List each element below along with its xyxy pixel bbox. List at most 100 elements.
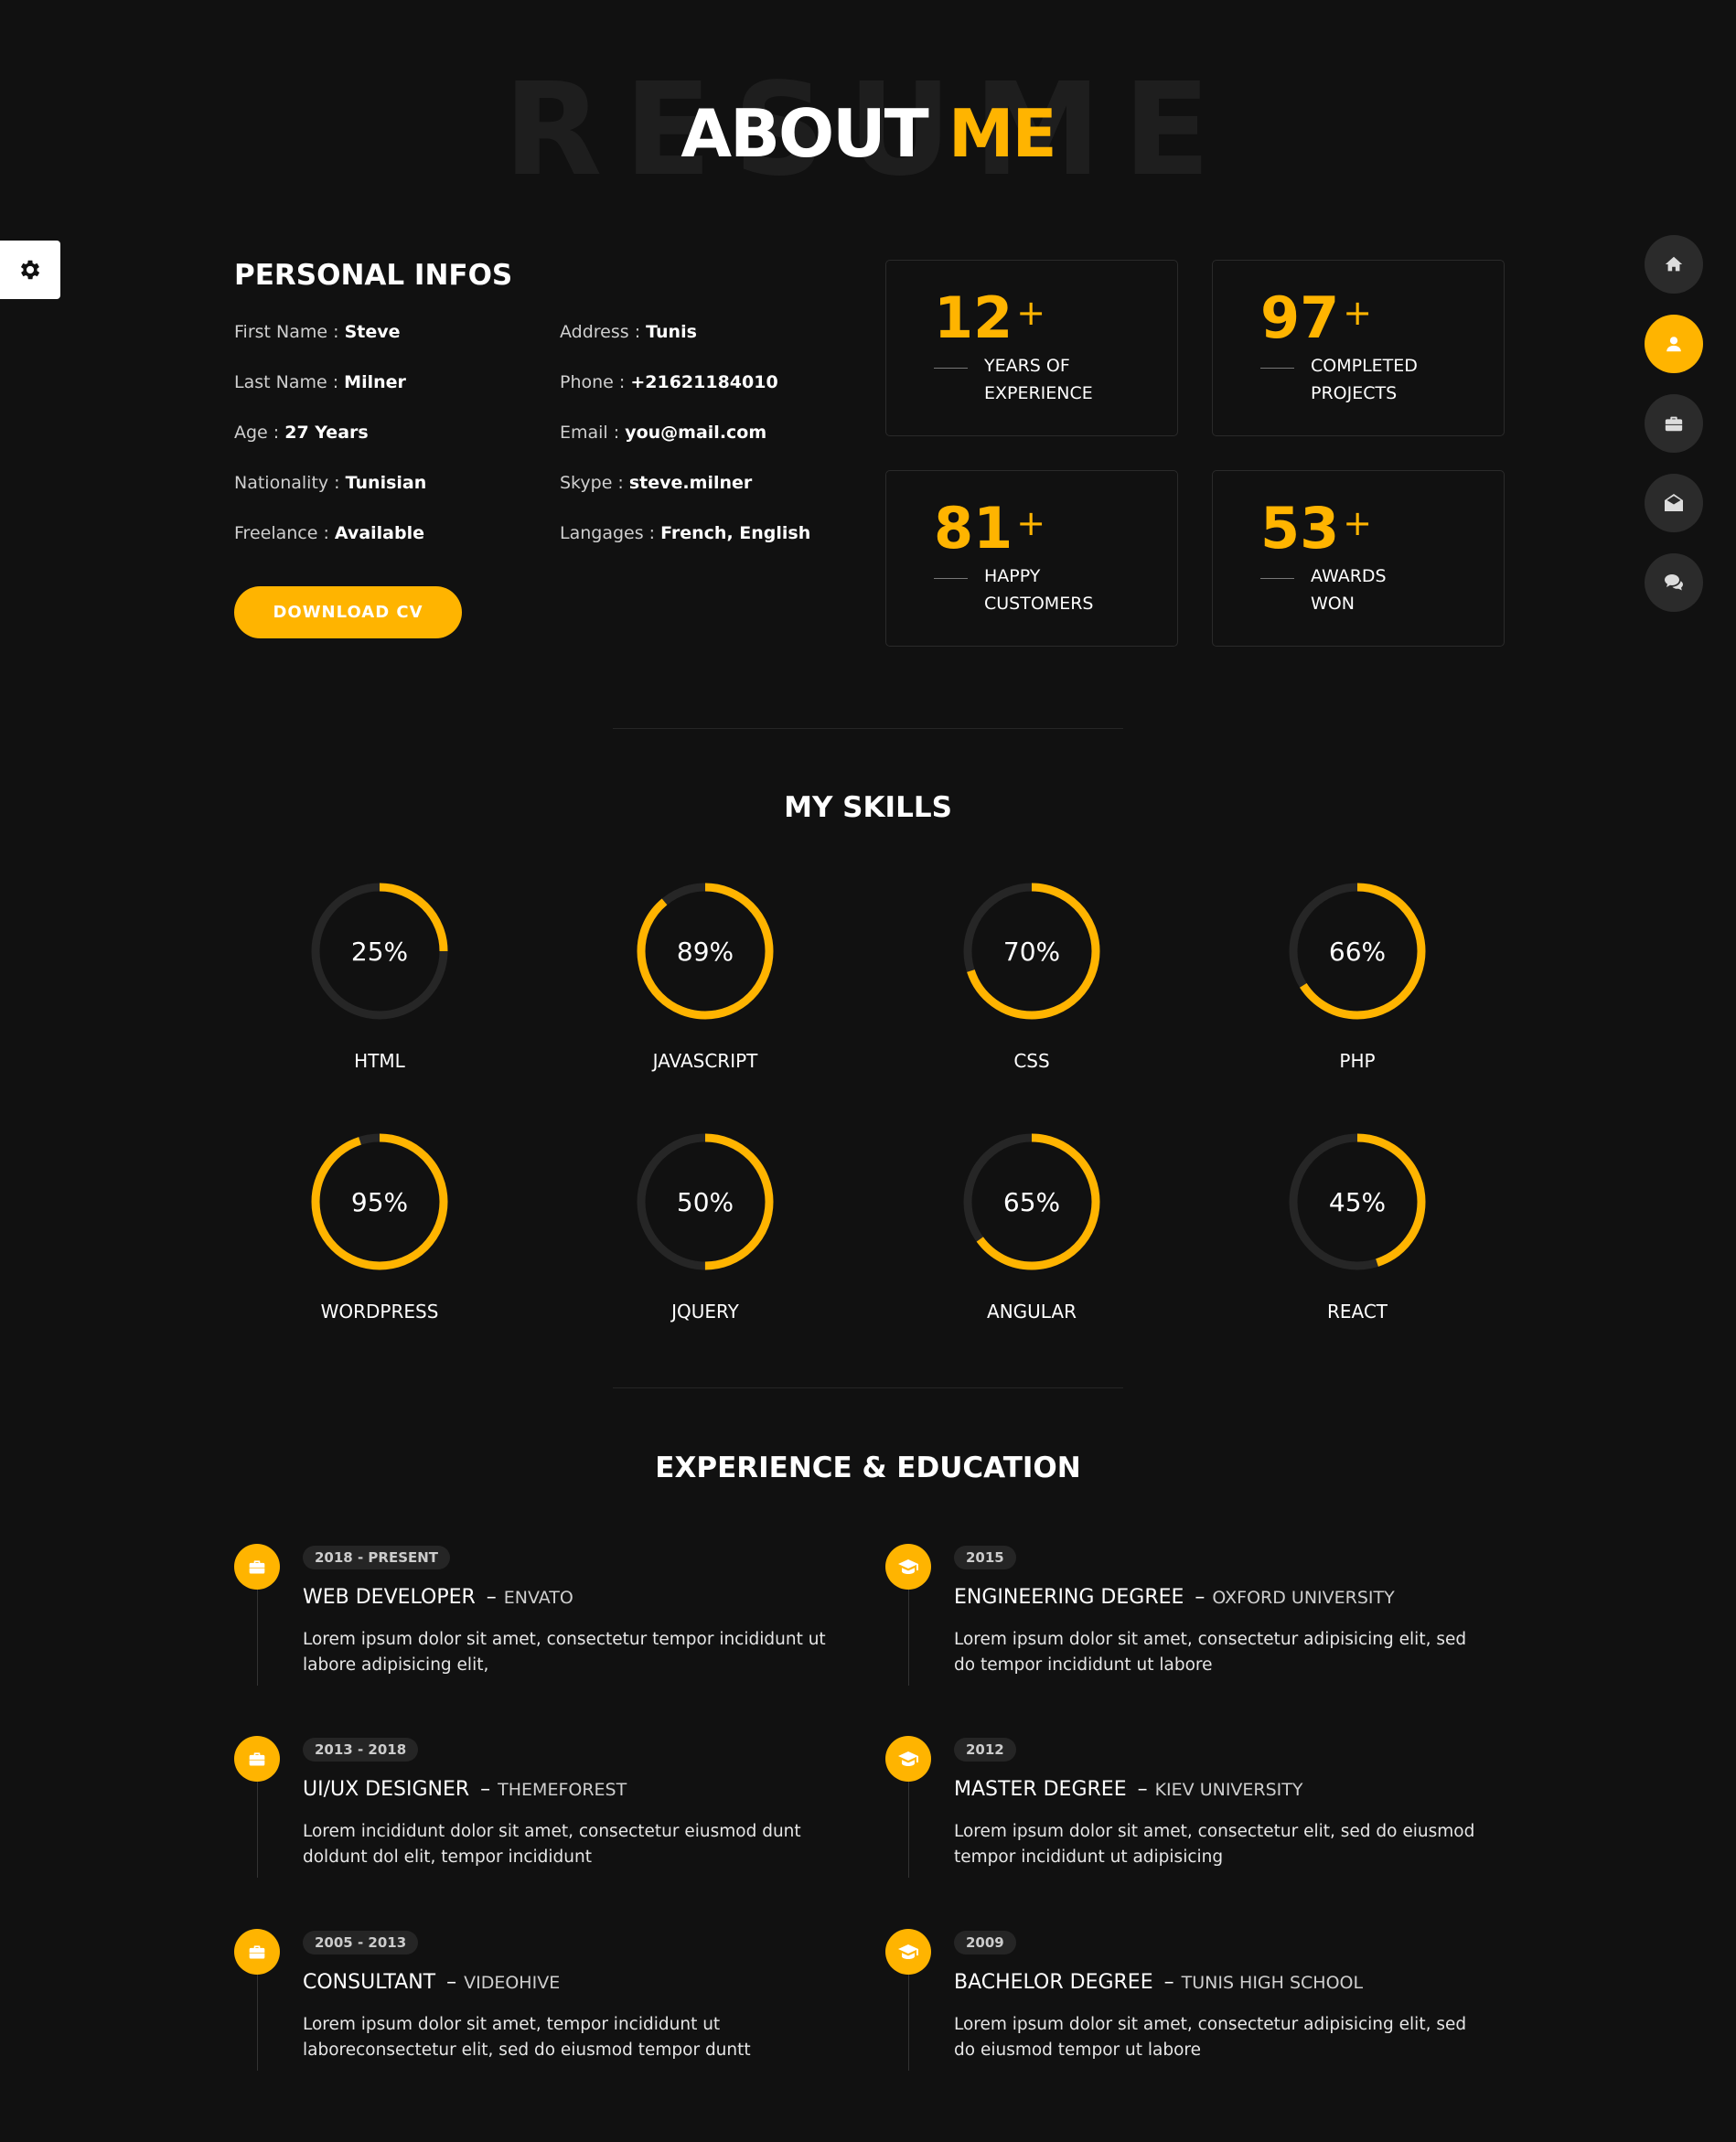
- skill-name: JQUERY: [671, 1301, 739, 1323]
- timeline-heading: WEB DEVELOPER – ENVATO: [303, 1586, 573, 1609]
- timeline-description: Lorem ipsum dolor sit amet, consectetur …: [303, 1630, 826, 1675]
- timeline-line: [257, 1975, 258, 2071]
- timeline-dash: –: [480, 1778, 491, 1801]
- nav-about-button[interactable]: [1645, 315, 1703, 373]
- timeline-dash: –: [1163, 1971, 1174, 1994]
- stat-number: 53 +: [1260, 495, 1373, 562]
- info-languages: Langages : French, English: [560, 523, 862, 573]
- skill-name: ANGULAR: [987, 1301, 1077, 1323]
- info-label: Email :: [560, 423, 626, 443]
- timeline-description: Lorem ipsum dolor sit amet, tempor incid…: [303, 2015, 751, 2060]
- timeline-org: THEMEFOREST: [498, 1780, 627, 1800]
- timeline-org: KIEV UNIVERSITY: [1154, 1780, 1303, 1800]
- stat-plus: +: [1016, 293, 1046, 333]
- home-icon: [1665, 256, 1683, 272]
- timeline-description: Lorem ipsum dolor sit amet, consectetur …: [954, 2015, 1467, 2060]
- page-title-accent: ME: [948, 95, 1057, 172]
- timeline-icon: [234, 1929, 280, 1975]
- timeline-date: 2012: [954, 1738, 1016, 1762]
- skill-percent: 95%: [350, 1186, 409, 1217]
- info-phone: Phone : +21621184010: [560, 372, 862, 423]
- download-cv-button[interactable]: DOWNLOAD CV: [234, 586, 462, 638]
- stat-label: HAPPY CUSTOMERS: [984, 566, 1094, 614]
- timeline-date: 2015: [954, 1546, 1016, 1569]
- graduation-cap-icon: [898, 1944, 918, 1959]
- timeline-org: OXFORD UNIVERSITY: [1212, 1588, 1395, 1608]
- settings-button[interactable]: [0, 241, 60, 299]
- timeline-role: UI/UX DESIGNER: [303, 1778, 470, 1801]
- skill-javascript: 89% JAVASCRIPT: [614, 880, 797, 1072]
- skill-wordpress: 95% WORDPRESS: [288, 1130, 471, 1323]
- info-value: you@mail.com: [625, 423, 767, 443]
- stat-card: 53 + AWARDS WON: [1212, 470, 1505, 647]
- stat-plus: +: [1343, 293, 1373, 333]
- timeline-description: Lorem ipsum dolor sit amet, consectetur …: [954, 1822, 1475, 1867]
- stat-card: 12 + YEARS OF EXPERIENCE: [885, 260, 1178, 436]
- skill-name: PHP: [1339, 1050, 1376, 1072]
- stat-plus: +: [1016, 503, 1046, 543]
- nav-contact-button[interactable]: [1645, 474, 1703, 532]
- timeline-icon: [234, 1544, 280, 1590]
- nav-portfolio-button[interactable]: [1645, 394, 1703, 453]
- timeline-heading: UI/UX DESIGNER – THEMEFOREST: [303, 1778, 627, 1801]
- skills-heading: MY SKILLS: [784, 791, 952, 824]
- info-value: Milner: [344, 372, 406, 392]
- page-title-main: ABOUT: [680, 95, 928, 172]
- info-label: Langages :: [560, 523, 661, 543]
- timeline-role: MASTER DEGREE: [954, 1778, 1127, 1801]
- skill-percent: 45%: [1328, 1186, 1387, 1217]
- timeline-date: 2018 - PRESENT: [303, 1546, 451, 1569]
- info-value: 27 Years: [284, 423, 369, 443]
- info-age: Age : 27 Years: [234, 423, 536, 473]
- skill-percent: 70%: [1002, 936, 1061, 967]
- stat-number: 81 +: [934, 495, 1046, 562]
- timeline-item: 2012 MASTER DEGREE – KIEV UNIVERSITY Lorem i…: [885, 1736, 1474, 1891]
- side-nav: [1645, 235, 1703, 633]
- personal-infos-heading: PERSONAL INFOS: [234, 259, 513, 292]
- info-nationality: Nationality : Tunisian: [234, 473, 536, 523]
- timeline-dash: –: [486, 1586, 497, 1609]
- section-divider: [613, 728, 1123, 729]
- timeline-date: 2013 - 2018: [303, 1738, 419, 1762]
- info-freelance: Freelance : Available: [234, 523, 536, 573]
- info-value: Steve: [344, 322, 401, 342]
- skill-react: 45% REACT: [1266, 1130, 1449, 1323]
- info-value: French, English: [660, 523, 811, 543]
- timeline-role: BACHELOR DEGREE: [954, 1971, 1153, 1994]
- skill-name: REACT: [1326, 1301, 1388, 1323]
- timeline-line: [257, 1782, 258, 1878]
- info-value: Tunisian: [345, 473, 427, 493]
- info-label: Address :: [560, 322, 647, 342]
- info-label: Phone :: [560, 372, 631, 392]
- nav-blog-button[interactable]: [1645, 553, 1703, 612]
- skill-percent: 66%: [1328, 936, 1387, 967]
- timeline-description: Lorem ipsum dolor sit amet, consectetur …: [954, 1630, 1467, 1675]
- skill-html: 25% HTML: [288, 880, 471, 1072]
- timeline-item: 2018 - PRESENT WEB DEVELOPER – ENVATO Lorem …: [234, 1544, 826, 1699]
- stat-label: COMPLETED PROJECTS: [1311, 356, 1418, 403]
- graduation-cap-icon: [898, 1751, 918, 1766]
- timeline-item: 2005 - 2013 CONSULTANT – VIDEOHIVE Lorem ips…: [234, 1929, 820, 2084]
- info-label: Age :: [234, 423, 285, 443]
- timeline-date: 2005 - 2013: [303, 1931, 419, 1955]
- nav-home-button[interactable]: [1645, 235, 1703, 294]
- timeline-item: 2015 ENGINEERING DEGREE – OXFORD UNIVERSITY…: [885, 1544, 1471, 1699]
- info-last-name: Last Name : Milner: [234, 372, 536, 423]
- comments-icon: [1665, 574, 1683, 591]
- page-title-text: ABOUT ME: [0, 97, 1736, 170]
- timeline-role: ENGINEERING DEGREE: [954, 1586, 1184, 1609]
- stat-card: 97 + COMPLETED PROJECTS: [1212, 260, 1505, 436]
- info-value: steve.milner: [628, 473, 753, 493]
- skill-angular: 65% ANGULAR: [940, 1130, 1123, 1323]
- timeline-heading: BACHELOR DEGREE – TUNIS HIGH SCHOOL: [954, 1971, 1363, 1994]
- stat-divider: [1260, 578, 1294, 579]
- timeline-dash: –: [446, 1971, 457, 1994]
- skill-jquery: 50% JQUERY: [614, 1130, 797, 1323]
- timeline-heading: ENGINEERING DEGREE – OXFORD UNIVERSITY: [954, 1586, 1395, 1609]
- timeline-line: [908, 1975, 909, 2071]
- briefcase-icon: [249, 1945, 265, 1959]
- timeline-org: ENVATO: [503, 1588, 573, 1608]
- timeline-description: Lorem incididunt dolor sit amet, consect…: [303, 1822, 801, 1867]
- section-divider: [613, 1387, 1123, 1388]
- user-icon: [1666, 337, 1681, 352]
